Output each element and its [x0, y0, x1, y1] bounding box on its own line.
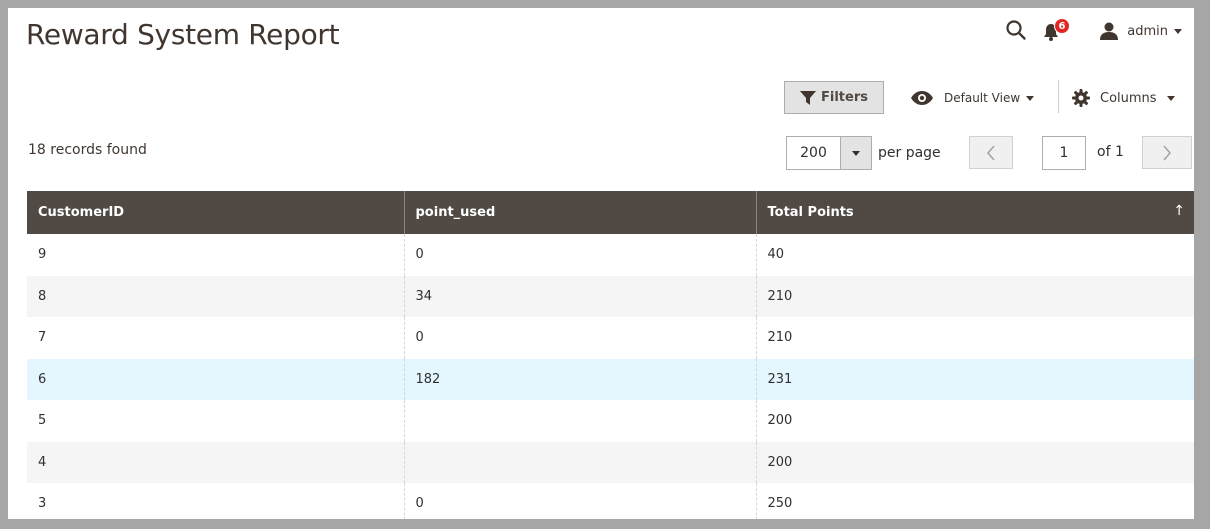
per-page-selector: 200 per page — [786, 136, 941, 170]
table-cell — [403, 400, 756, 442]
filters-button[interactable]: Filters — [784, 81, 884, 114]
gear-icon — [1072, 89, 1090, 107]
data-grid: CustomerID point_used Total Points ↑ 9 0 40… — [27, 191, 1194, 519]
table-cell: 5 — [38, 413, 47, 429]
previous-page-button[interactable] — [969, 136, 1013, 169]
filter-icon — [800, 90, 816, 105]
user-icon — [1100, 22, 1119, 40]
table-cell: 3 — [38, 496, 47, 512]
per-page-value[interactable]: 200 — [786, 136, 840, 170]
default-view-dropdown[interactable]: Default View — [910, 86, 1035, 110]
column-header-customerid[interactable]: CustomerID — [27, 191, 404, 234]
table-cell: 210 — [755, 317, 1194, 359]
chevron-down-icon — [1174, 28, 1182, 34]
table-row[interactable]: 4 200 — [27, 441, 1194, 483]
next-page-button[interactable] — [1142, 136, 1192, 169]
notifications-button[interactable]: 6 — [1042, 18, 1070, 42]
notification-badge: 6 — [1054, 18, 1070, 34]
search-icon[interactable] — [1005, 19, 1027, 41]
chevron-down-icon — [1166, 95, 1175, 101]
user-name: admin — [1127, 23, 1168, 39]
table-cell: 9 — [38, 247, 47, 263]
per-page-dropdown-button[interactable] — [840, 136, 872, 170]
table-row[interactable]: 7 0 210 — [27, 317, 1194, 359]
table-row[interactable]: 6 182 231 — [27, 358, 1194, 400]
table-cell: 7 — [38, 330, 47, 346]
column-header-total-points[interactable]: Total Points ↑ — [755, 191, 1194, 234]
table-cell: 200 — [755, 400, 1194, 442]
user-menu[interactable]: admin — [1099, 20, 1182, 42]
per-page-label: per page — [878, 145, 941, 161]
columns-label: Columns — [1100, 90, 1157, 106]
chevron-right-icon — [1163, 144, 1172, 161]
table-cell: 8 — [27, 275, 404, 317]
table-row[interactable]: 9 0 40 — [27, 234, 1194, 276]
page-total: of 1 — [1097, 144, 1124, 160]
table-row[interactable]: 3 0 250 — [27, 483, 1194, 519]
table-cell: 4 — [27, 441, 404, 483]
table-cell: 0 — [403, 234, 756, 276]
toolbar-divider — [1058, 80, 1059, 113]
column-header-label: Total Points — [767, 205, 854, 220]
grid-header-row: CustomerID point_used Total Points ↑ — [27, 191, 1194, 234]
columns-dropdown[interactable]: Columns — [1072, 86, 1175, 110]
table-cell: 182 — [403, 358, 756, 400]
table-cell: 0 — [403, 317, 756, 359]
current-page-input[interactable]: 1 — [1042, 136, 1086, 170]
table-cell: 231 — [755, 358, 1194, 400]
page-title: Reward System Report — [26, 18, 340, 51]
table-cell: 0 — [403, 483, 756, 519]
table-cell: 6 — [27, 358, 404, 400]
records-count: 18 records found — [28, 142, 147, 158]
filters-label: Filters — [821, 90, 868, 105]
table-cell: 40 — [755, 234, 1194, 276]
chevron-down-icon — [852, 150, 860, 156]
table-cell: 210 — [755, 275, 1194, 317]
default-view-label: Default View — [944, 91, 1021, 105]
table-cell — [403, 441, 756, 483]
chevron-down-icon — [1026, 95, 1035, 101]
table-cell: 250 — [755, 483, 1194, 519]
table-cell: 34 — [403, 275, 756, 317]
table-cell: 200 — [755, 441, 1194, 483]
table-row[interactable]: 8 34 210 — [27, 275, 1194, 317]
eye-icon — [911, 91, 933, 105]
sort-arrow-icon: ↑ — [1173, 203, 1185, 219]
column-header-point-used[interactable]: point_used — [403, 191, 756, 234]
reward-report-panel: Reward System Report 6 admin Filters Def… — [0, 0, 1210, 529]
chevron-left-icon — [986, 144, 995, 161]
table-row[interactable]: 5 200 — [27, 400, 1194, 442]
